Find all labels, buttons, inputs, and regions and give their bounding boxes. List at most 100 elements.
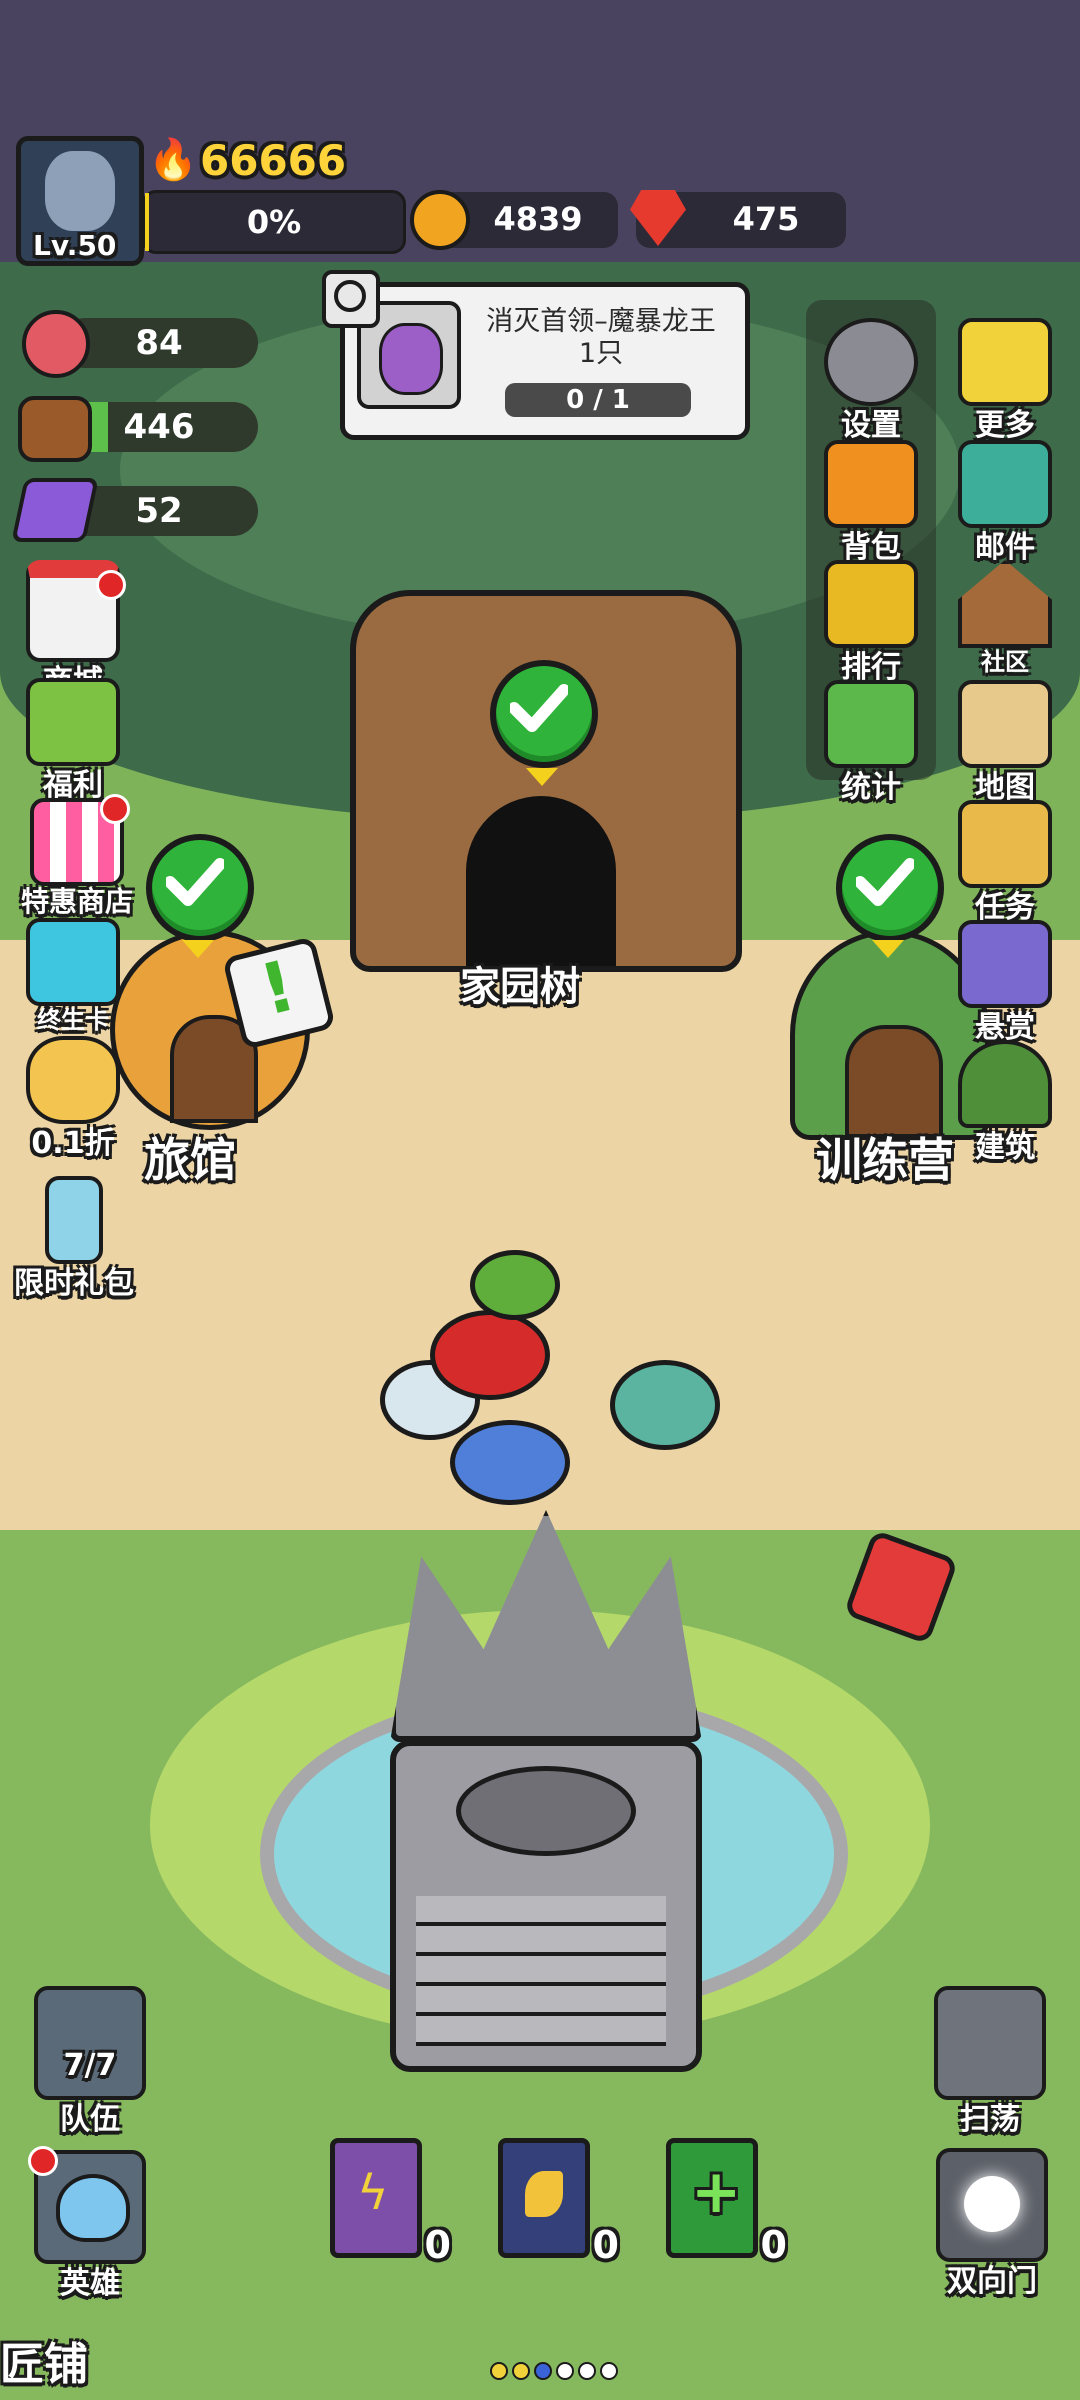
gold-value: 4839: [493, 200, 583, 238]
home-tree-pointer: [526, 768, 558, 786]
trophy-icon: [824, 560, 918, 648]
magnifier-lens: [334, 280, 366, 312]
heal-book-count: 0: [760, 2223, 787, 2267]
envelope-icon: [958, 440, 1052, 528]
bounty-button[interactable]: 悬赏: [950, 920, 1060, 1046]
settings-button[interactable]: 设置: [816, 318, 926, 444]
page-dot-active: [534, 2362, 552, 2380]
mail-button[interactable]: 邮件: [950, 440, 1060, 566]
skull-poster-icon: [958, 920, 1052, 1008]
infinity-card-icon: [26, 918, 120, 1006]
quest-card[interactable]: 消灭首领–魔暴龙王 1只 0 / 1: [340, 282, 750, 440]
limited-pack-label: 限时礼包: [14, 1266, 134, 1301]
team-button[interactable]: 7/7 队伍: [30, 1986, 150, 2138]
exclamation-scroll-icon: [958, 800, 1052, 888]
lightning-book-count: 0: [424, 2223, 451, 2267]
pedestal-seal: [456, 1766, 636, 1856]
page-dot: [556, 2362, 574, 2380]
gift-icon: [26, 678, 120, 766]
exp-bar: 0%: [142, 190, 406, 254]
backpack-button[interactable]: 背包: [816, 440, 926, 566]
avatar[interactable]: Lv.50: [16, 136, 144, 266]
chest-icon: [824, 440, 918, 528]
gem-counter[interactable]: 475: [630, 190, 846, 248]
lightning-book[interactable]: ϟ 0: [330, 2138, 451, 2267]
hourglass-icon: [45, 1176, 103, 1264]
page-dot: [512, 2362, 530, 2380]
special-shop-notification-dot: [100, 794, 130, 824]
hut-icon: [958, 1040, 1052, 1128]
training-camp-complete-check[interactable]: [836, 834, 944, 942]
meat-icon: [22, 310, 90, 378]
discount-label: 0.1折: [31, 1126, 115, 1161]
home-tree-label: 家园树: [460, 964, 580, 1010]
fountain-pedestal[interactable]: [390, 1740, 702, 2072]
magnifier-icon[interactable]: [322, 270, 380, 328]
avatar-face: [45, 151, 115, 231]
wing-icon: [525, 2171, 563, 2217]
page-indicator: [490, 2362, 618, 2380]
stats-label: 统计: [841, 770, 901, 805]
wing-book-count: 0: [592, 2223, 619, 2267]
inn-complete-check[interactable]: [146, 834, 254, 942]
power-value: 66666: [200, 136, 347, 185]
community-button[interactable]: 社区: [950, 560, 1060, 677]
ranking-button[interactable]: 排行: [816, 560, 926, 686]
build-button[interactable]: 建筑: [950, 1040, 1060, 1166]
team-label: 队伍: [60, 2102, 120, 2137]
page-dot: [490, 2362, 508, 2380]
training-camp-label: 训练营: [816, 1133, 954, 1187]
hero-notification-dot: [28, 2146, 58, 2176]
map-button[interactable]: 地图: [950, 680, 1060, 806]
more-label: 更多: [975, 408, 1035, 443]
limited-pack-button[interactable]: 限时礼包: [6, 1176, 142, 1302]
sweep-label: 扫荡: [960, 2102, 1020, 2137]
portal-glow: [964, 2176, 1020, 2232]
hero-blue-slime: [450, 1420, 570, 1505]
gear-icon: [824, 318, 918, 406]
heal-book[interactable]: + 0: [666, 2138, 787, 2267]
scroll-map-icon: [958, 680, 1052, 768]
discount-button[interactable]: 0.1折: [18, 1036, 128, 1162]
lifetime-card-button[interactable]: 终生卡: [18, 918, 128, 1035]
crystal-value: 52: [135, 491, 183, 531]
portal-button[interactable]: 双向门: [924, 2148, 1060, 2300]
inn-pointer: [182, 940, 214, 958]
tasks-button[interactable]: 任务: [950, 800, 1060, 926]
striped-stall-icon: [30, 794, 130, 886]
crossed-swords-icon: [934, 1986, 1046, 2100]
quest-progress: 0 / 1: [566, 385, 630, 415]
shop-notification-dot: [96, 570, 126, 600]
wood-value: 446: [123, 407, 195, 447]
sweep-button[interactable]: 扫荡: [928, 1986, 1052, 2138]
hero-green-hat: [470, 1250, 560, 1320]
home-tree-complete-check[interactable]: [490, 660, 598, 768]
hero-party[interactable]: [370, 1230, 730, 1510]
player-level: Lv.50: [33, 229, 117, 262]
build-label: 建筑: [975, 1130, 1035, 1165]
ruby-icon: [630, 190, 686, 246]
tree-door[interactable]: [466, 796, 616, 966]
slime-team-icon: 7/7: [34, 1986, 146, 2100]
special-shop-label: 特惠商店: [20, 885, 133, 918]
exclamation-icon: !: [252, 944, 304, 1032]
pedestal-steps: [416, 1896, 666, 2046]
special-shop-button[interactable]: 特惠商店: [2, 794, 152, 920]
hero-red-plume: [430, 1310, 550, 1400]
hero-teal-dino: [610, 1360, 720, 1450]
stats-button[interactable]: 统计: [816, 680, 926, 806]
more-button[interactable]: 更多: [950, 318, 1060, 444]
blue-slime-icon: [28, 2146, 146, 2264]
gem-value: 475: [732, 200, 800, 238]
page-dot: [600, 2362, 618, 2380]
cards-icon: [958, 318, 1052, 406]
exp-percent: 0%: [246, 203, 302, 241]
wing-book[interactable]: 0: [498, 2138, 619, 2267]
gold-counter[interactable]: 4839: [410, 190, 618, 250]
inn-label: 旅馆: [144, 1133, 236, 1187]
storefront-icon: [26, 560, 126, 662]
flame-icon: 🔥: [148, 137, 198, 183]
hero-button[interactable]: 英雄: [28, 2146, 150, 2302]
hero-label: 英雄: [60, 2266, 120, 2301]
welfare-button[interactable]: 福利: [18, 678, 128, 804]
